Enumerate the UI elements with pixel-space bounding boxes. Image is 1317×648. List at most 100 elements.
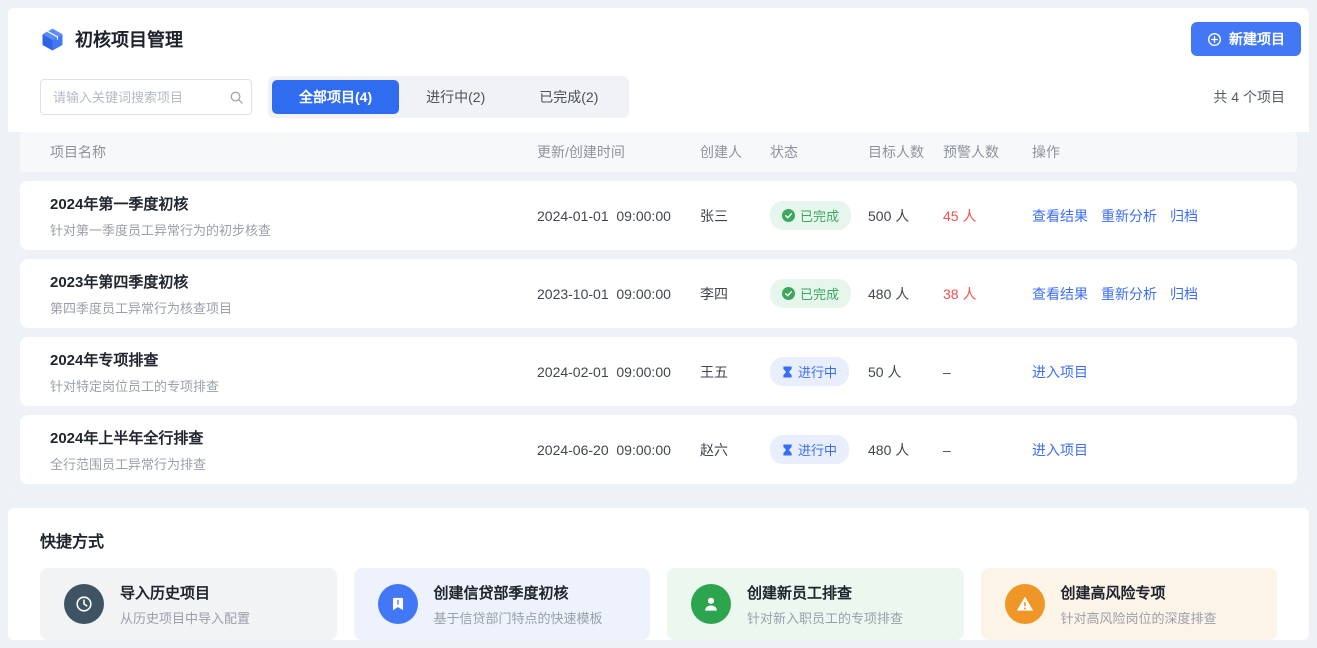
shortcut-desc: 基于信贷部门特点的快速模板 xyxy=(434,608,603,627)
shortcut-title: 创建新员工排查 xyxy=(747,582,903,603)
hourglass-icon xyxy=(782,366,793,378)
shortcut-text: 创建高风险专项 针对高风险岗位的深度排查 xyxy=(1061,582,1217,627)
shortcut-title: 创建高风险专项 xyxy=(1061,582,1217,603)
col-header-actions: 操作 xyxy=(1032,142,1281,162)
status-cell: 进行中 xyxy=(770,435,868,464)
warning-count: – xyxy=(943,364,1032,380)
page-title: 初核项目管理 xyxy=(75,26,183,52)
plus-circle-icon xyxy=(1207,32,1222,47)
tab-all-projects[interactable]: 全部项目(4) xyxy=(272,80,399,114)
target-count: 500 人 xyxy=(868,206,943,226)
shortcut-desc: 从历史项目中导入配置 xyxy=(120,608,250,627)
col-header-creator: 创建人 xyxy=(700,142,770,162)
shortcut-text: 创建信贷部季度初核 基于信贷部门特点的快速模板 xyxy=(434,582,603,627)
col-header-name: 项目名称 xyxy=(50,142,537,162)
warning-count: 45 人 xyxy=(943,206,1032,226)
view-results-link[interactable]: 查看结果 xyxy=(1032,284,1088,304)
new-project-button[interactable]: 新建项目 xyxy=(1191,22,1301,56)
target-count: 480 人 xyxy=(868,440,943,460)
shortcut-desc: 针对高风险岗位的深度排查 xyxy=(1061,608,1217,627)
total-count: 共 4 个项目 xyxy=(1213,87,1285,107)
header-title-group: 初核项目管理 xyxy=(40,26,183,52)
project-creator: 张三 xyxy=(700,206,770,226)
hourglass-icon xyxy=(782,444,793,456)
actions-cell: 进入项目 xyxy=(1032,362,1281,382)
warning-count: – xyxy=(943,442,1032,458)
col-header-warning: 预警人数 xyxy=(943,142,1032,162)
shortcuts-panel: 快捷方式 导入历史项目 从历史项目中导入配置 xyxy=(8,508,1309,640)
status-cell: 已完成 xyxy=(770,279,868,308)
main-panel: 初核项目管理 新建项目 xyxy=(8,8,1309,496)
reanalyze-link[interactable]: 重新分析 xyxy=(1101,284,1157,304)
archive-link[interactable]: 归档 xyxy=(1170,206,1198,226)
view-results-link[interactable]: 查看结果 xyxy=(1032,206,1088,226)
status-badge: 进行中 xyxy=(770,357,849,386)
status-badge: 已完成 xyxy=(770,279,851,308)
user-icon xyxy=(691,584,731,624)
table-header-row: 项目名称 更新/创建时间 创建人 状态 目标人数 预警人数 操作 xyxy=(20,132,1297,172)
toolbar: 全部项目(4) 进行中(2) 已完成(2) 共 4 个项目 xyxy=(8,70,1309,132)
shortcut-cards: 导入历史项目 从历史项目中导入配置 创建信贷部季度初核 基于信贷部门特点的快速模… xyxy=(40,568,1277,640)
cube-icon xyxy=(40,27,65,52)
shortcut-text: 导入历史项目 从历史项目中导入配置 xyxy=(120,582,250,627)
actions-cell: 查看结果 重新分析 归档 xyxy=(1032,206,1281,226)
project-creator: 李四 xyxy=(700,284,770,304)
status-cell: 进行中 xyxy=(770,357,868,386)
shortcut-new-employee-check[interactable]: 创建新员工排查 针对新入职员工的专项排查 xyxy=(667,568,964,640)
actions-cell: 查看结果 重新分析 归档 xyxy=(1032,284,1281,304)
search-icon[interactable] xyxy=(229,90,244,105)
project-time: 2024-01-01 09:00:00 xyxy=(537,208,700,224)
enter-project-link[interactable]: 进入项目 xyxy=(1032,362,1088,382)
status-label: 进行中 xyxy=(798,440,837,459)
warning-icon xyxy=(1005,584,1045,624)
project-creator: 赵六 xyxy=(700,440,770,460)
project-title: 2024年第一季度初核 xyxy=(50,193,537,214)
status-label: 已完成 xyxy=(800,284,839,303)
project-name-cell: 2023年第四季度初核 第四季度员工异常行为核查项目 xyxy=(50,271,537,317)
status-cell: 已完成 xyxy=(770,201,868,230)
col-header-target: 目标人数 xyxy=(868,142,943,162)
shortcut-import-history[interactable]: 导入历史项目 从历史项目中导入配置 xyxy=(40,568,337,640)
target-count: 480 人 xyxy=(868,284,943,304)
bookmark-icon xyxy=(378,584,418,624)
shortcut-desc: 针对新入职员工的专项排查 xyxy=(747,608,903,627)
project-title: 2024年专项排查 xyxy=(50,349,537,370)
shortcut-high-risk-special[interactable]: 创建高风险专项 针对高风险岗位的深度排查 xyxy=(981,568,1278,640)
status-badge: 进行中 xyxy=(770,435,849,464)
table-row: 2024年专项排查 针对特定岗位员工的专项排查 2024-02-01 09:00… xyxy=(20,337,1297,406)
clock-icon xyxy=(64,584,104,624)
project-desc: 针对第一季度员工异常行为的初步核查 xyxy=(50,220,537,239)
status-badge: 已完成 xyxy=(770,201,851,230)
project-name-cell: 2024年上半年全行排查 全行范围员工异常行为排查 xyxy=(50,427,537,473)
shortcut-text: 创建新员工排查 针对新入职员工的专项排查 xyxy=(747,582,903,627)
check-circle-icon xyxy=(782,209,795,222)
project-table: 项目名称 更新/创建时间 创建人 状态 目标人数 预警人数 操作 2024年第一… xyxy=(8,132,1309,496)
project-desc: 针对特定岗位员工的专项排查 xyxy=(50,376,537,395)
page: 初核项目管理 新建项目 xyxy=(0,0,1317,648)
project-title: 2023年第四季度初核 xyxy=(50,271,537,292)
status-label: 已完成 xyxy=(800,206,839,225)
table-row: 2024年上半年全行排查 全行范围员工异常行为排查 2024-06-20 09:… xyxy=(20,415,1297,484)
project-time: 2024-02-01 09:00:00 xyxy=(537,364,700,380)
warning-count: 38 人 xyxy=(943,284,1032,304)
project-name-cell: 2024年第一季度初核 针对第一季度员工异常行为的初步核查 xyxy=(50,193,537,239)
shortcut-credit-dept-review[interactable]: 创建信贷部季度初核 基于信贷部门特点的快速模板 xyxy=(354,568,651,640)
new-project-button-label: 新建项目 xyxy=(1229,29,1285,49)
col-header-time: 更新/创建时间 xyxy=(537,142,700,162)
tab-completed[interactable]: 已完成(2) xyxy=(512,80,625,114)
shortcuts-title: 快捷方式 xyxy=(40,528,1277,552)
archive-link[interactable]: 归档 xyxy=(1170,284,1198,304)
search-input[interactable] xyxy=(53,90,229,105)
filter-tabs: 全部项目(4) 进行中(2) 已完成(2) xyxy=(268,76,629,118)
project-title: 2024年上半年全行排查 xyxy=(50,427,537,448)
search-box xyxy=(40,79,252,115)
col-header-status: 状态 xyxy=(770,142,868,162)
reanalyze-link[interactable]: 重新分析 xyxy=(1101,206,1157,226)
enter-project-link[interactable]: 进入项目 xyxy=(1032,440,1088,460)
project-creator: 王五 xyxy=(700,362,770,382)
project-time: 2023-10-01 09:00:00 xyxy=(537,286,700,302)
tab-in-progress[interactable]: 进行中(2) xyxy=(399,80,512,114)
table-row: 2023年第四季度初核 第四季度员工异常行为核查项目 2023-10-01 09… xyxy=(20,259,1297,328)
table-row: 2024年第一季度初核 针对第一季度员工异常行为的初步核查 2024-01-01… xyxy=(20,181,1297,250)
target-count: 50 人 xyxy=(868,362,943,382)
